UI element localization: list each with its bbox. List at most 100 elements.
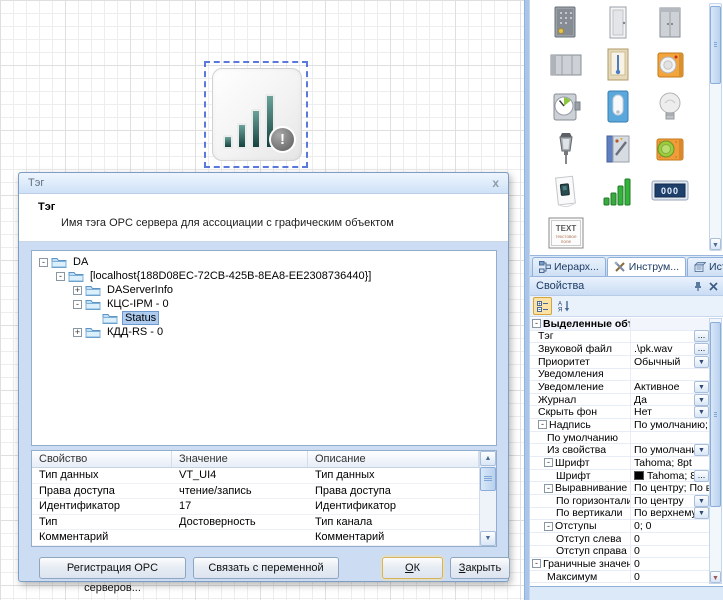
categorized-view-button[interactable]	[533, 297, 552, 315]
property-value[interactable]	[631, 432, 709, 444]
property-row[interactable]: -Выделенные объекты	[530, 318, 709, 331]
tab-иерарх[interactable]: Иерарх...	[532, 257, 606, 276]
collapse-icon[interactable]: -	[56, 272, 65, 281]
scroll-down-icon[interactable]: ▼	[480, 531, 496, 546]
property-row[interactable]: УведомлениеАктивное▼	[530, 381, 709, 394]
property-row[interactable]: Тэг...	[530, 331, 709, 344]
expand-icon[interactable]: +	[73, 328, 82, 337]
dropdown-icon[interactable]: ▼	[694, 444, 709, 456]
toolbox-item[interactable]: TEXT текстовое поле	[546, 213, 586, 253]
toolbox-item[interactable]	[546, 3, 586, 43]
tab-инструм[interactable]: Инструм...	[607, 257, 686, 276]
collapse-icon[interactable]: -	[544, 484, 553, 493]
property-row[interactable]: Максимум0	[530, 571, 709, 584]
toolbox-item[interactable]	[598, 45, 638, 85]
toolbox-item[interactable]	[598, 129, 638, 169]
ellipsis-button[interactable]: ...	[694, 330, 709, 342]
properties-panel-header[interactable]: Свойства	[530, 277, 723, 296]
ok-button[interactable]: ОК	[382, 557, 443, 579]
toolbox-item[interactable]	[650, 129, 690, 169]
toolbox-item[interactable]	[598, 3, 638, 43]
property-row[interactable]: По умолчанию	[530, 432, 709, 445]
toolbox-item[interactable]	[650, 87, 690, 127]
property-row[interactable]: ПриоритетОбычный▼	[530, 356, 709, 369]
table-row[interactable]: ТипДостоверностьТип канала	[32, 515, 479, 531]
property-row[interactable]: По горизонталиПо центру▼	[530, 495, 709, 508]
property-value[interactable]: Активное	[631, 381, 694, 393]
toolbox-item[interactable]: 000	[650, 171, 690, 211]
collapse-icon[interactable]: -	[532, 319, 541, 328]
property-value[interactable]: .\pk.wav	[631, 343, 694, 355]
table-scrollbar[interactable]: ▲ ▼	[479, 451, 496, 546]
dialog-titlebar[interactable]: Тэг x	[19, 173, 508, 194]
table-row[interactable]: КомментарийКомментарий	[32, 530, 479, 546]
dropdown-icon[interactable]: ▼	[694, 495, 709, 507]
column-header[interactable]: Описание	[308, 451, 479, 467]
signal-bars-object[interactable]: !	[212, 68, 302, 161]
toolbox-scrollbar[interactable]: ▼	[709, 3, 722, 251]
property-value[interactable]: По умолчанию	[631, 444, 694, 456]
property-value[interactable]: 0; 0	[631, 520, 709, 532]
property-row[interactable]: Скрыть фонНет▼	[530, 406, 709, 419]
collapse-icon[interactable]: -	[538, 420, 547, 429]
toolbox-item[interactable]	[546, 171, 586, 211]
toolbox-item[interactable]	[546, 129, 586, 169]
property-value[interactable]: По умолчанию; Taho	[631, 419, 709, 431]
property-row[interactable]: Звуковой файл.\pk.wav...	[530, 343, 709, 356]
column-header[interactable]: Свойство	[32, 451, 172, 467]
bind-to-variable-button[interactable]: Связать с переменной	[193, 557, 339, 579]
property-value[interactable]: Tahoma; 8pt	[631, 457, 709, 469]
pin-icon[interactable]	[693, 281, 703, 292]
property-row[interactable]: ЖурналДа▼	[530, 394, 709, 407]
register-opc-servers-button[interactable]: Регистрация OPC серверов...	[39, 557, 186, 579]
dropdown-icon[interactable]: ▼	[694, 507, 709, 519]
scroll-up-icon[interactable]: ▲	[480, 451, 496, 466]
dropdown-icon[interactable]: ▼	[694, 394, 709, 406]
collapse-icon[interactable]: -	[73, 300, 82, 309]
property-row[interactable]: -Отступы0; 0	[530, 520, 709, 533]
property-row[interactable]: ШрифтTahoma; 8pt...	[530, 470, 709, 483]
toolbox-item[interactable]	[598, 171, 638, 211]
tree-node[interactable]: Status	[32, 311, 496, 325]
dropdown-icon[interactable]: ▼	[694, 406, 709, 418]
ellipsis-button[interactable]: ...	[694, 470, 709, 482]
toolbox-item[interactable]	[650, 45, 690, 85]
scroll-thumb[interactable]	[710, 322, 721, 507]
tree-node[interactable]: - DA	[32, 255, 496, 269]
property-row[interactable]: Уведомления	[530, 369, 709, 382]
scroll-thumb[interactable]	[710, 6, 721, 84]
collapse-icon[interactable]: -	[544, 458, 553, 467]
property-value[interactable]	[631, 369, 709, 381]
property-row[interactable]: -ВыравниваниеПо центру; По верх	[530, 482, 709, 495]
close-icon[interactable]: x	[492, 176, 499, 190]
property-row[interactable]: Из свойстваПо умолчанию▼	[530, 444, 709, 457]
property-value[interactable]	[631, 318, 709, 330]
toolbox-item[interactable]	[546, 87, 586, 127]
opc-tag-tree[interactable]: - DA- [localhost{188D08EC-72CB-425B-8EA8…	[31, 250, 497, 446]
table-row[interactable]: Идентификатор17Идентификатор	[32, 499, 479, 515]
property-row[interactable]: -ШрифтTahoma; 8pt	[530, 457, 709, 470]
scroll-down-icon[interactable]: ▼	[710, 238, 721, 250]
dropdown-icon[interactable]: ▼	[694, 381, 709, 393]
properties-scrollbar[interactable]: ▼	[709, 318, 722, 584]
property-value[interactable]: 0	[631, 546, 709, 558]
toolbox-item[interactable]	[546, 45, 586, 85]
expand-icon[interactable]: +	[73, 286, 82, 295]
column-header[interactable]: Значение	[172, 451, 308, 467]
dropdown-icon[interactable]: ▼	[694, 356, 709, 368]
tree-node[interactable]: - [localhost{188D08EC-72CB-425B-8EA8-EE2…	[32, 269, 496, 283]
scroll-thumb[interactable]	[480, 467, 496, 491]
table-row[interactable]: Тип данныхVT_UI4Тип данных	[32, 468, 479, 484]
property-value[interactable]: Обычный	[631, 356, 694, 368]
property-row[interactable]: Отступ справа0	[530, 546, 709, 559]
ellipsis-button[interactable]: ...	[694, 343, 709, 355]
tab-история[interactable]: История	[687, 257, 723, 276]
collapse-icon[interactable]: -	[544, 522, 553, 531]
property-value[interactable]: Да	[631, 394, 694, 406]
property-row[interactable]: Отступ слева0	[530, 533, 709, 546]
property-value[interactable]: По центру	[631, 495, 694, 507]
tree-node[interactable]: + КДД-RS - 0	[32, 325, 496, 339]
property-value[interactable]	[631, 331, 694, 343]
close-icon[interactable]	[709, 282, 718, 291]
property-value[interactable]: 0	[631, 558, 709, 570]
